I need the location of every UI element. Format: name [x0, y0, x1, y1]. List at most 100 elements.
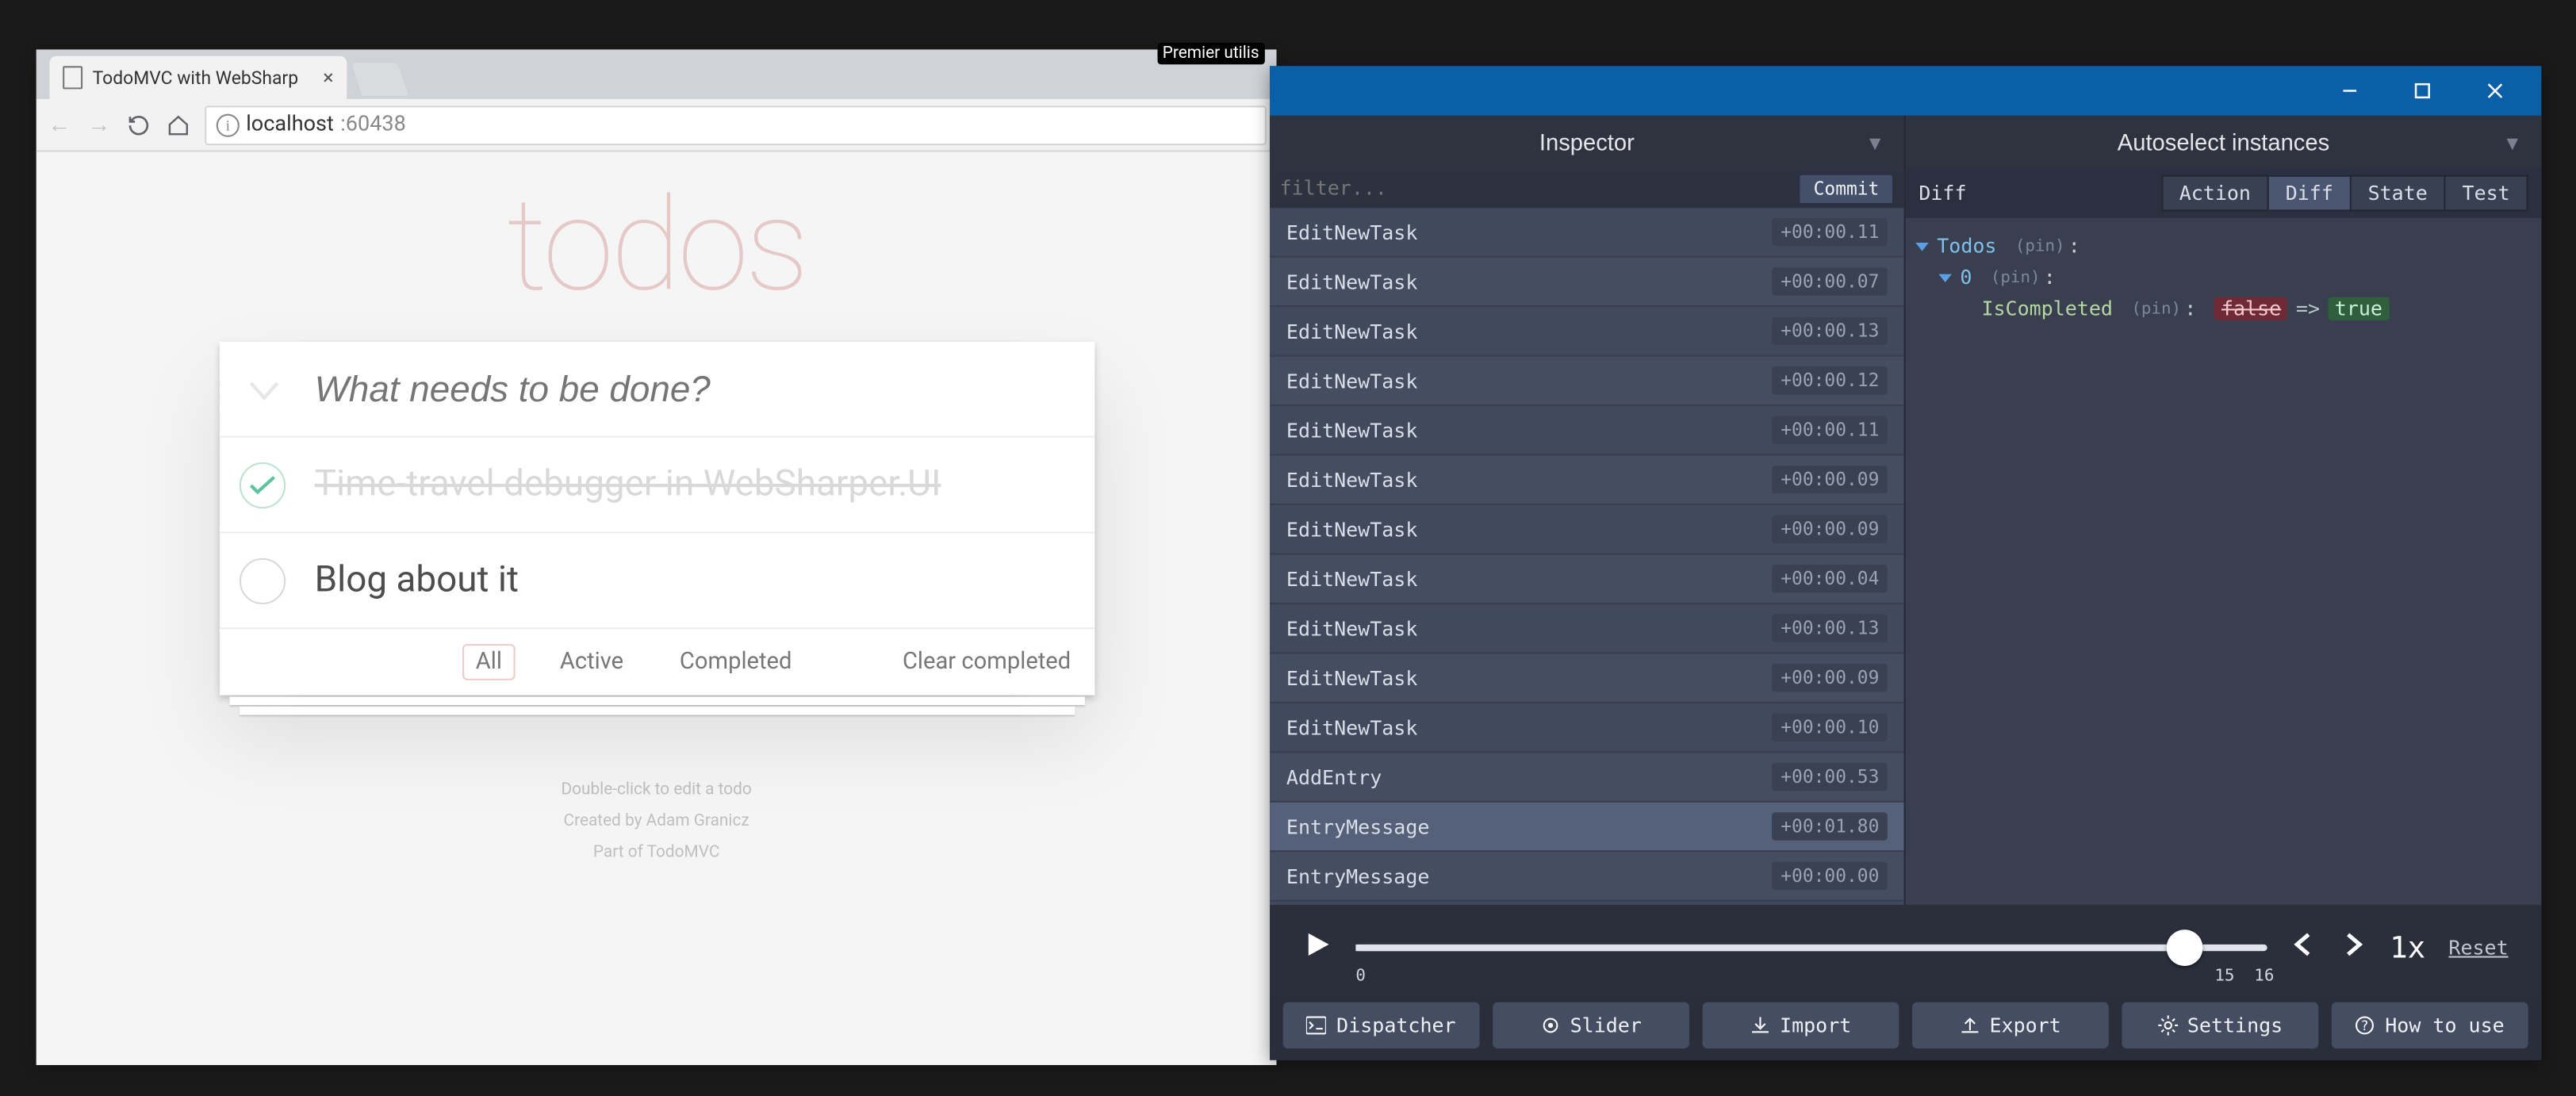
action-time: +00:00.13	[1773, 317, 1888, 345]
filter-input[interactable]	[1280, 177, 1789, 200]
action-row[interactable]: EditNewTask+00:00.10	[1270, 703, 1904, 753]
site-info-icon[interactable]: i	[217, 113, 240, 136]
home-icon[interactable]	[165, 112, 191, 138]
pin-label[interactable]: (pin)	[2131, 300, 2181, 318]
new-todo-input[interactable]	[315, 367, 1064, 410]
timeline-knob[interactable]	[2168, 929, 2204, 966]
minimize-button[interactable]	[2317, 69, 2382, 112]
tree-leaf[interactable]: IsCompleted (pin) : false => true	[1915, 297, 2532, 320]
action-row[interactable]: EditNewTask+00:00.11	[1270, 208, 1904, 257]
action-row[interactable]: EditNewTask+00:00.04	[1270, 555, 1904, 604]
tree-node[interactable]: 0 (pin) :	[1915, 266, 2532, 289]
tab-state[interactable]: State	[2352, 175, 2446, 212]
export-button[interactable]: Export	[1912, 1002, 2109, 1048]
tab-diff[interactable]: Diff	[2269, 175, 2352, 212]
todo-label[interactable]: Blog about it	[315, 560, 519, 601]
diff-column: Diff Action Diff State Test Todos (pin)	[1906, 168, 2542, 905]
playback-speed[interactable]: 1x	[2390, 930, 2425, 965]
action-name: EditNewTask	[1286, 270, 1417, 293]
upload-icon	[1960, 1015, 1980, 1035]
action-row[interactable]: EditNewTask+00:00.07	[1270, 258, 1904, 307]
action-time: +00:00.09	[1773, 466, 1888, 493]
dispatcher-button[interactable]: Dispatcher	[1283, 1002, 1480, 1048]
clear-completed-button[interactable]: Clear completed	[903, 649, 1071, 675]
button-label: How to use	[2385, 1014, 2504, 1037]
filter-completed[interactable]: Completed	[668, 646, 803, 679]
tree-key: Todos	[1937, 235, 1996, 258]
filter-active[interactable]: Active	[548, 646, 634, 679]
new-tab-button[interactable]	[351, 63, 408, 96]
action-time: +00:00.12	[1773, 366, 1888, 394]
action-row[interactable]: EditNewTask+00:00.09	[1270, 505, 1904, 554]
chevron-down-icon[interactable]	[248, 369, 278, 408]
action-name: AddEntry	[1286, 765, 1382, 788]
pin-label[interactable]: (pin)	[1991, 268, 2041, 286]
maximize-button[interactable]	[2390, 69, 2455, 112]
reset-button[interactable]: Reset	[2448, 937, 2508, 960]
play-icon[interactable]	[1303, 929, 1332, 966]
button-label: Export	[1989, 1014, 2060, 1037]
action-name: EditNewTask	[1286, 220, 1417, 243]
pin-label[interactable]: (pin)	[2015, 237, 2065, 255]
action-row[interactable]: EditNewTask+00:00.13	[1270, 604, 1904, 653]
browser-toolbar: ← → i localhost:60438	[36, 99, 1277, 152]
tab-action[interactable]: Action	[2161, 175, 2269, 212]
inspector-header: Inspector ▾ Autoselect instances ▾	[1270, 116, 2541, 169]
action-time: +00:00.13	[1773, 615, 1888, 642]
todo-checkbox[interactable]	[239, 462, 285, 508]
timeline-max: 16	[2254, 968, 2274, 986]
filter-all[interactable]: All	[462, 644, 516, 680]
footer-line: Created by Adam Granicz	[561, 806, 751, 837]
new-value: true	[2328, 297, 2389, 320]
action-row[interactable]: EditNewTask+00:00.12	[1270, 357, 1904, 406]
step-back-icon[interactable]	[2290, 931, 2317, 964]
page-content: todos Time-travel debugger in WebSharper…	[36, 152, 1277, 1065]
help-icon: ?	[2356, 1015, 2375, 1035]
action-time: +00:00.00	[1773, 862, 1888, 890]
inspector-dropdown[interactable]: Inspector ▾	[1270, 116, 1906, 169]
tab-test[interactable]: Test	[2446, 175, 2528, 212]
browser-tab[interactable]: TodoMVC with WebSharp ×	[49, 56, 347, 99]
button-label: Settings	[2187, 1014, 2283, 1037]
action-time: +00:00.04	[1773, 565, 1888, 592]
button-label: Slider	[1570, 1014, 1642, 1037]
tree-node[interactable]: Todos (pin) :	[1915, 235, 2532, 258]
close-icon[interactable]: ×	[323, 66, 333, 89]
action-row[interactable]: EditNewTask +00:00.13	[1270, 307, 1904, 356]
action-name: EditNewTask	[1286, 320, 1417, 343]
action-row[interactable]: EditNewTask+00:00.11	[1270, 406, 1904, 455]
action-time: +00:00.10	[1773, 713, 1888, 741]
actions-list[interactable]: EditNewTask+00:00.11EditNewTask+00:00.07…	[1270, 208, 1904, 905]
action-row[interactable]: EditNewTask+00:00.09	[1270, 653, 1904, 703]
diff-arrow: =>	[2296, 297, 2320, 320]
action-row[interactable]: EntryMessage +00:00.00	[1270, 852, 1904, 901]
timeline-track[interactable]: 0 15 16	[1355, 945, 2267, 951]
action-time: +00:00.09	[1773, 515, 1888, 543]
nav-forward-icon[interactable]: →	[86, 112, 112, 138]
todo-card: Time-travel debugger in WebSharper.UI Bl…	[219, 342, 1094, 696]
nav-back-icon[interactable]: ←	[46, 112, 72, 138]
reload-icon[interactable]	[125, 112, 151, 138]
action-row[interactable]: EntryMessage+00:01.80	[1270, 803, 1904, 852]
import-button[interactable]: Import	[1703, 1002, 1899, 1048]
page-footer: Double-click to edit a todo Created by A…	[561, 774, 751, 868]
todo-checkbox[interactable]	[239, 558, 285, 604]
close-button[interactable]	[2462, 69, 2528, 112]
window-titlebar	[1270, 66, 2541, 115]
step-forward-icon[interactable]	[2340, 931, 2367, 964]
address-bar[interactable]: i localhost:60438	[205, 105, 1267, 144]
todo-label[interactable]: Time-travel debugger in WebSharper.UI	[315, 464, 941, 505]
gear-icon	[2157, 1015, 2177, 1035]
caret-down-icon	[1938, 274, 1952, 282]
action-row[interactable]: EditNewTask+00:00.09	[1270, 456, 1904, 505]
settings-button[interactable]: Settings	[2122, 1002, 2318, 1048]
how-to-use-button[interactable]: ? How to use	[2332, 1002, 2528, 1048]
slider-icon	[1540, 1015, 1560, 1035]
instances-dropdown[interactable]: Autoselect instances ▾	[1906, 116, 2542, 169]
action-row[interactable]: AddEntry+00:00.53	[1270, 753, 1904, 802]
action-name: EntryMessage	[1286, 864, 1430, 887]
playback-bar: 0 15 16 1x Reset	[1270, 905, 2541, 991]
commit-button[interactable]: Commit	[1799, 173, 1894, 205]
actions-filter-row: Commit	[1270, 168, 1904, 208]
slider-button[interactable]: Slider	[1493, 1002, 1689, 1048]
